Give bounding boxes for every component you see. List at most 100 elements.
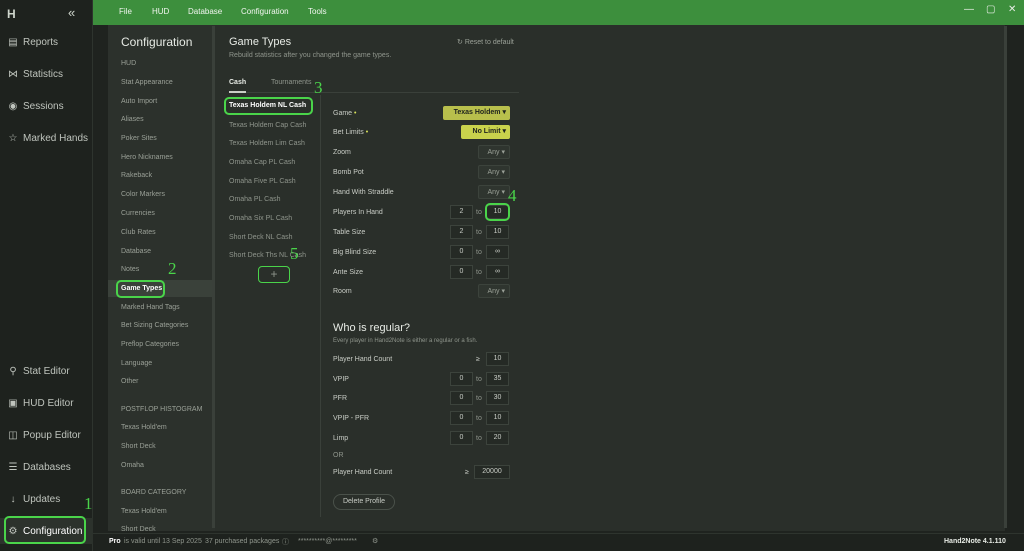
status-bar: Pro is valid until 13 Sep 2025 37 purcha… [93,533,1024,551]
close-icon[interactable]: ✕ [1008,4,1016,15]
game-type-item[interactable]: Texas Holdem Lim Cash [229,140,305,147]
big-blind-from-input[interactable]: 0 [450,245,473,259]
annotation-ring-3 [224,97,313,115]
maximize-icon[interactable]: ▢ [986,4,995,15]
nav-label: Stat Editor [23,365,70,377]
config-item-language[interactable]: Language [121,360,152,367]
nav-item-popup-editor[interactable]: ◫ Popup Editor [0,422,93,448]
tab-cash[interactable]: Cash [229,79,246,86]
vpip-pfr-from-input[interactable]: 0 [450,411,473,425]
nav-item-statistics[interactable]: ⋈ Statistics [0,61,93,87]
game-type-item[interactable]: Omaha Six PL Cash [229,215,292,222]
postflop-item[interactable]: Omaha [121,462,144,469]
nav-item-databases[interactable]: ☰ Databases [0,454,93,480]
table-size-to-input[interactable]: 10 [486,225,509,239]
board-item[interactable]: Short Deck [121,526,156,533]
content-scrollbar[interactable] [1004,26,1007,528]
config-item-database[interactable]: Database [121,248,151,255]
game-type-item[interactable]: Short Deck NL Cash [229,234,293,241]
to-label: to [476,435,482,442]
nav-item-sessions[interactable]: ◉ Sessions [0,93,93,119]
game-type-item[interactable]: Omaha Five PL Cash [229,178,296,185]
regular-subtitle: Every player in Hand2Note is either a re… [333,338,478,344]
annotation-ring-2 [116,280,165,298]
reset-to-default-button[interactable]: ↻ Reset to default [457,38,514,46]
straddle-dropdown[interactable]: Any ▾ [478,185,510,199]
limp-to-input[interactable]: 20 [486,431,509,445]
nav-item-hud-editor[interactable]: ▣ HUD Editor [0,390,93,416]
collapse-icon[interactable]: « [68,5,75,20]
config-item-currencies[interactable]: Currencies [121,210,155,217]
annotation-4: 4 [508,186,517,205]
to-label: to [476,376,482,383]
ante-from-input[interactable]: 0 [450,265,473,279]
statistics-icon: ⋈ [8,68,18,80]
board-category-header: BOARD CATEGORY [121,489,187,496]
bet-limits-dropdown[interactable]: No Limit ▾ [461,125,510,139]
pfr-to-input[interactable]: 30 [486,391,509,405]
game-type-item[interactable]: Omaha PL Cash [229,196,281,203]
config-item-color-markers[interactable]: Color Markers [121,191,165,198]
config-item-bet-sizing[interactable]: Bet Sizing Categories [121,322,188,329]
config-item-other[interactable]: Other [121,378,139,385]
minimize-icon[interactable]: — [964,4,974,15]
hand-count-input[interactable]: 10 [486,352,509,366]
menu-hud[interactable]: HUD [152,7,169,16]
config-item-marked-hand-tags[interactable]: Marked Hand Tags [121,304,180,311]
hand-count-2-input[interactable]: 20000 [474,465,510,479]
info-icon[interactable]: ⓘ [282,537,289,547]
config-item-hero-nicknames[interactable]: Hero Nicknames [121,154,173,161]
players-from-input[interactable]: 2 [450,205,473,219]
add-game-type-button[interactable]: + [258,266,290,283]
annotation-2: 2 [168,259,177,278]
config-item-auto-import[interactable]: Auto Import [121,98,157,105]
vpip-from-input[interactable]: 0 [450,372,473,386]
nav-label: HUD Editor [23,397,74,409]
game-type-item[interactable]: Texas Holdem Cap Cash [229,122,306,129]
room-label: Room [333,288,352,295]
nav-item-marked-hands[interactable]: ☆ Marked Hands [0,125,93,151]
pro-valid-text: is valid until 13 Sep 2025 [124,538,202,545]
menu-configuration[interactable]: Configuration [241,7,289,16]
left-navigation: H « ▤ Reports ⋈ Statistics ◉ Sessions ☆ Mark… [0,0,93,551]
zoom-dropdown[interactable]: Any ▾ [478,145,510,159]
nav-item-reports[interactable]: ▤ Reports [0,29,93,55]
table-size-from-input[interactable]: 2 [450,225,473,239]
pfr-from-input[interactable]: 0 [450,391,473,405]
config-item-poker-sites[interactable]: Poker Sites [121,135,157,142]
vpip-to-input[interactable]: 35 [486,372,509,386]
vpip-pfr-to-input[interactable]: 10 [486,411,509,425]
config-item-notes[interactable]: Notes [121,266,139,273]
to-label: to [476,395,482,402]
config-item-club-rates[interactable]: Club Rates [121,229,156,236]
config-item-hud[interactable]: HUD [121,60,136,67]
nav-item-stat-editor[interactable]: ⚲ Stat Editor [0,358,93,384]
menu-file[interactable]: File [119,7,132,16]
config-item-preflop[interactable]: Preflop Categories [121,341,179,348]
limp-from-input[interactable]: 0 [450,431,473,445]
config-item-rakeback[interactable]: Rakeback [121,172,152,179]
room-dropdown[interactable]: Any ▾ [478,284,510,298]
delete-profile-button[interactable]: Delete Profile [333,494,395,510]
config-item-aliases[interactable]: Aliases [121,116,144,123]
tab-tournaments[interactable]: Tournaments [271,79,311,86]
board-item[interactable]: Texas Hold'em [121,508,167,515]
reset-icon: ↻ [457,39,463,46]
annotation-3: 3 [314,78,323,97]
ante-to-input[interactable]: ∞ [486,265,509,279]
menu-tools[interactable]: Tools [308,7,327,16]
gte-label: ≥ [476,356,480,363]
game-type-item[interactable]: Omaha Cap PL Cash [229,159,295,166]
app-version: Hand2Note 4.1.110 [944,538,1006,545]
config-item-stat-appearance[interactable]: Stat Appearance [121,79,173,86]
tab-divider [229,92,519,93]
gear-icon[interactable]: ⚙ [372,537,378,545]
menu-database[interactable]: Database [188,7,222,16]
postflop-item[interactable]: Short Deck [121,443,156,450]
hud-editor-icon: ▣ [8,397,18,409]
bomb-pot-dropdown[interactable]: Any ▾ [478,165,510,179]
nav-item-updates[interactable]: ↓ Updates [0,486,93,512]
game-dropdown[interactable]: Texas Holdem ▾ [443,106,510,120]
big-blind-to-input[interactable]: ∞ [486,245,509,259]
postflop-item[interactable]: Texas Hold'em [121,424,167,431]
